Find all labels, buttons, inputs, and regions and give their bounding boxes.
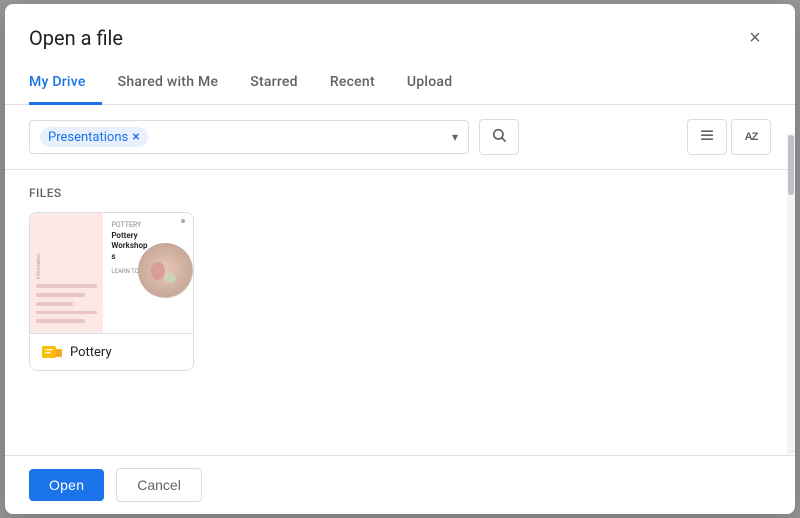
preview-line <box>36 311 97 315</box>
dialog-title: Open a file <box>29 26 123 50</box>
file-info: Pottery <box>30 333 193 370</box>
preview-brand: POTTERY <box>111 221 185 229</box>
file-name: Pottery <box>70 345 112 360</box>
preview-left: Information <box>30 213 103 333</box>
tab-my-drive[interactable]: My Drive <box>29 62 102 105</box>
tab-recent[interactable]: Recent <box>314 62 391 105</box>
chip-label: Presentations <box>48 130 128 145</box>
preview-right: POTTERY PotteryWorkshops LEARN TOGETHER <box>103 213 193 333</box>
files-grid: Information POTTERY PotteryWorkshops LEA… <box>29 212 771 371</box>
preview-line <box>36 293 85 297</box>
preview-image <box>138 243 193 298</box>
search-button[interactable] <box>479 119 519 155</box>
preview-line <box>36 302 73 306</box>
filter-chip[interactable]: Presentations × <box>40 127 148 147</box>
scrollbar-track[interactable] <box>787 134 795 454</box>
filter-dropdown[interactable]: Presentations × ▾ <box>29 120 469 154</box>
preview-dot <box>181 219 185 223</box>
sort-icon: AZ <box>745 131 758 143</box>
section-label: Files <box>29 186 771 200</box>
tab-shared-with-me[interactable]: Shared with Me <box>102 62 235 105</box>
content-area: Files Information <box>5 170 795 455</box>
open-button[interactable]: Open <box>29 469 104 501</box>
preview-line <box>36 319 85 323</box>
preview-line <box>36 284 97 288</box>
search-icon <box>491 127 507 148</box>
toolbar: Presentations × ▾ <box>5 105 795 170</box>
tab-upload[interactable]: Upload <box>391 62 468 105</box>
list-view-button[interactable] <box>687 119 727 155</box>
file-preview: Information POTTERY PotteryWorkshops LEA… <box>30 213 193 333</box>
view-buttons: AZ <box>687 119 771 155</box>
dialog-footer: Open Cancel <box>5 455 795 514</box>
dialog-header: Open a file × <box>5 4 795 54</box>
dropdown-arrow-icon: ▾ <box>452 130 458 144</box>
file-type-icon <box>42 342 62 362</box>
list-view-icon <box>699 127 715 148</box>
preview-vertical-text: Information <box>36 223 97 279</box>
sort-button[interactable]: AZ <box>731 119 771 155</box>
chip-remove-button[interactable]: × <box>132 129 139 145</box>
tab-starred[interactable]: Starred <box>234 62 314 105</box>
open-file-dialog: Open a file × My Drive Shared with Me St… <box>5 4 795 514</box>
close-button[interactable]: × <box>739 22 771 54</box>
tabs-bar: My Drive Shared with Me Starred Recent U… <box>5 62 795 105</box>
cancel-button[interactable]: Cancel <box>116 468 202 502</box>
scrollbar-thumb[interactable] <box>788 135 794 195</box>
file-card[interactable]: Information POTTERY PotteryWorkshops LEA… <box>29 212 194 371</box>
